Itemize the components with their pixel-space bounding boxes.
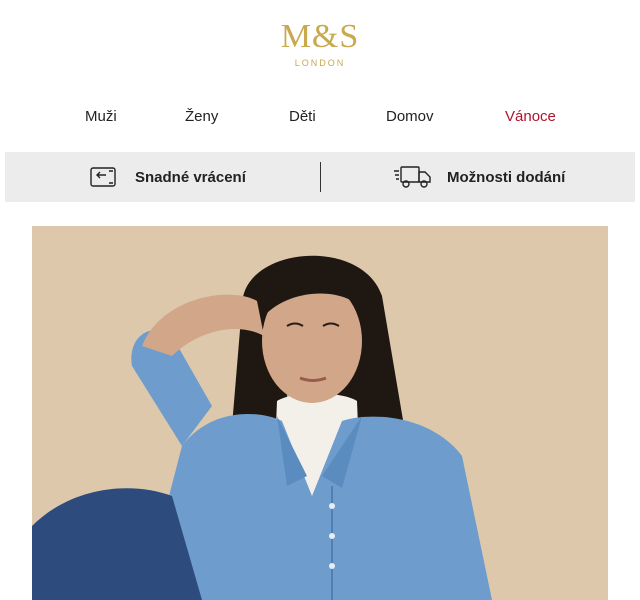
hero-image[interactable] [32, 226, 608, 600]
logo-mark: M&S [280, 18, 360, 55]
nav-item-kids[interactable]: Děti [289, 108, 316, 125]
nav-item-home[interactable]: Domov [386, 108, 434, 125]
service-divider [320, 162, 321, 192]
return-box-icon [89, 165, 117, 189]
brand-logo[interactable]: M&S LONDON [0, 18, 640, 68]
delivery-truck-icon [393, 164, 433, 190]
service-bar: Snadné vrácení Možnosti dodání [5, 152, 635, 202]
nav-item-christmas[interactable]: Vánoce [505, 108, 556, 125]
hero-illustration [32, 226, 608, 600]
nav-item-women[interactable]: Ženy [185, 108, 218, 125]
nav-item-men[interactable]: Muži [85, 108, 117, 125]
easy-returns-link[interactable]: Snadné vrácení [89, 152, 246, 202]
easy-returns-label: Snadné vrácení [135, 168, 246, 186]
delivery-options-link[interactable]: Možnosti dodání [393, 152, 565, 202]
main-nav: Muži Ženy Děti Domov Vánoce [0, 108, 640, 132]
logo-subtitle: LONDON [294, 58, 346, 68]
delivery-options-label: Možnosti dodání [447, 168, 566, 186]
